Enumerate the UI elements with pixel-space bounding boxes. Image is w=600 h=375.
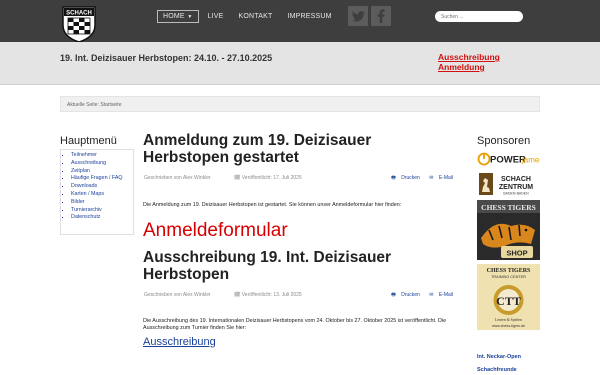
menu-item-faq[interactable]: Häufige Fragen / FAQ [71,175,130,183]
svg-text:CHESS TIGERS: CHESS TIGERS [481,203,536,212]
menu-item-turnierarchiv[interactable]: Turnierarchiv [71,207,130,215]
twitter-icon [351,10,365,22]
announcement-links: Ausschreibung Anmeldung [438,52,500,72]
article-actions: 🖶 Drucken ✉ E-Mail [383,292,453,300]
menu-link[interactable]: Zeitplan [71,168,90,174]
ausschreibung-link[interactable]: Ausschreibung [438,52,500,62]
nav-impressum[interactable]: IMPRESSUM [282,10,338,23]
club-logo[interactable]: SCHACH [60,3,98,43]
search-input[interactable] [435,11,523,22]
main-menu: Teilnehmer Ausschreibung Zeitplan Häufig… [60,149,134,235]
svg-text:POWER: POWER [490,155,526,166]
menu-link[interactable]: Turnierarchiv [71,207,102,213]
menu-item-datenschutz[interactable]: Datenschutz [71,214,130,222]
publish-date: 🗓 Veröffentlicht: 17. Juli 2025 [234,175,302,181]
menu-link[interactable]: Karten / Maps [71,191,104,197]
tournament-headline: 19. Int. Deizisauer Herbstopen: 24.10. -… [60,53,273,63]
article: Ausschreibung 19. Int. Deizisauer Herbst… [143,249,455,348]
sponsor-schachzentrum-logo[interactable]: SCHACH ZENTRUM BADEN-BADEN [477,171,540,197]
article-title[interactable]: Ausschreibung 19. Int. Deizisauer Herbst… [143,249,455,283]
sponsor-training-center-logo[interactable]: CHESS TIGERS TRAINING CENTER CTT Lernen … [477,264,540,330]
svg-text:ZENTRUM: ZENTRUM [499,184,533,191]
anmeldung-link[interactable]: Anmeldung [438,62,500,72]
menu-link[interactable]: Ausschreibung [71,160,106,166]
top-navbar: SCHACH HOME ▼ LIVE KONTAKT IMPRESSUM [0,0,600,43]
nav-live[interactable]: LIVE [202,10,230,23]
article-title[interactable]: Anmeldung zum 19. Deizisauer Herbstopen … [143,132,455,166]
svg-text:CHESS TIGERS: CHESS TIGERS [487,268,531,274]
svg-text:Lernen & Spielen: Lernen & Spielen [495,318,522,322]
menu-item-downloads[interactable]: Downloads [71,183,130,191]
print-icon: 🖶 [391,292,396,298]
menu-item-ausschreibung[interactable]: Ausschreibung [71,160,130,168]
author-info: Geschrieben von Alex Winkler [144,175,211,181]
sponsor-powerjames-logo[interactable]: POWER james [477,151,540,167]
print-button[interactable]: 🖶 Drucken [387,292,420,298]
print-icon: 🖶 [391,175,396,181]
menu-item-bilder[interactable]: Bilder [71,199,130,207]
sponsors-title: Sponsoren [477,135,531,147]
svg-text:TRAINING CENTER: TRAINING CENTER [491,275,526,279]
svg-text:SHOP: SHOP [506,249,527,258]
menu-link[interactable]: Downloads [71,183,97,189]
email-button[interactable]: ✉ E-Mail [425,175,453,181]
svg-text:SCHACH: SCHACH [501,176,531,183]
sponsor-link-neckar-open[interactable]: Int. Neckar-Open [477,354,521,360]
menu-link[interactable]: Häufige Fragen / FAQ [71,175,123,181]
menu-item-zeitplan[interactable]: Zeitplan [71,168,130,176]
article-actions: 🖶 Drucken ✉ E-Mail [383,175,453,183]
menu-link[interactable]: Datenschutz [71,214,100,220]
article-text: Die Ausschreibung des 19. Internationale… [143,318,447,332]
menu-link[interactable]: Bilder [71,199,85,205]
article-meta: Geschrieben von Alex Winkler 🗓 Veröffent… [143,292,455,302]
menu-item-teilnehmer[interactable]: Teilnehmer [71,152,130,160]
nav-home[interactable]: HOME ▼ [157,10,199,23]
article-meta: Geschrieben von Alex Winkler 🗓 Veröffent… [143,175,455,185]
sponsor-chesstigers-shop-logo[interactable]: CHESS TIGERS SHOP [477,200,540,260]
logo-text: SCHACH [66,10,92,16]
article: Anmeldung zum 19. Deizisauer Herbstopen … [143,132,455,242]
article-text: Die Anmeldung zum 19. Deizisauer Herbsto… [143,202,402,208]
svg-text:james: james [521,156,540,165]
main-nav: HOME ▼ LIVE KONTAKT IMPRESSUM [157,10,341,23]
publish-date: 🗓 Veröffentlicht: 13. Juli 2025 [234,292,302,298]
svg-text:www.chess-tigers.de: www.chess-tigers.de [492,324,525,328]
main-content: Anmeldung zum 19. Deizisauer Herbstopen … [143,132,455,348]
envelope-icon: ✉ [429,175,434,181]
ausschreibung-doc-link[interactable]: Ausschreibung [143,336,455,348]
sponsor-link-schachfreunde[interactable]: Schachfreunde [477,367,517,373]
svg-text:BADEN-BADEN: BADEN-BADEN [503,192,529,196]
breadcrumb: Aktuelle Seite: Startseite [60,96,540,112]
svg-text:CTT: CTT [496,294,521,308]
announcement-band: 19. Int. Deizisauer Herbstopen: 24.10. -… [0,42,600,85]
facebook-icon [377,9,385,23]
email-button[interactable]: ✉ E-Mail [425,292,453,298]
menu-item-karten[interactable]: Karten / Maps [71,191,130,199]
twitter-button[interactable] [348,6,368,26]
menu-link[interactable]: Teilnehmer [71,152,97,158]
author-info: Geschrieben von Alex Winkler [144,292,211,298]
anmeldeformular-link[interactable]: Anmeldeformular [143,220,455,242]
print-button[interactable]: 🖶 Drucken [387,175,420,181]
envelope-icon: ✉ [429,292,434,298]
nav-kontakt[interactable]: KONTAKT [233,10,279,23]
main-menu-title: Hauptmenü [60,135,117,147]
facebook-button[interactable] [371,6,391,26]
